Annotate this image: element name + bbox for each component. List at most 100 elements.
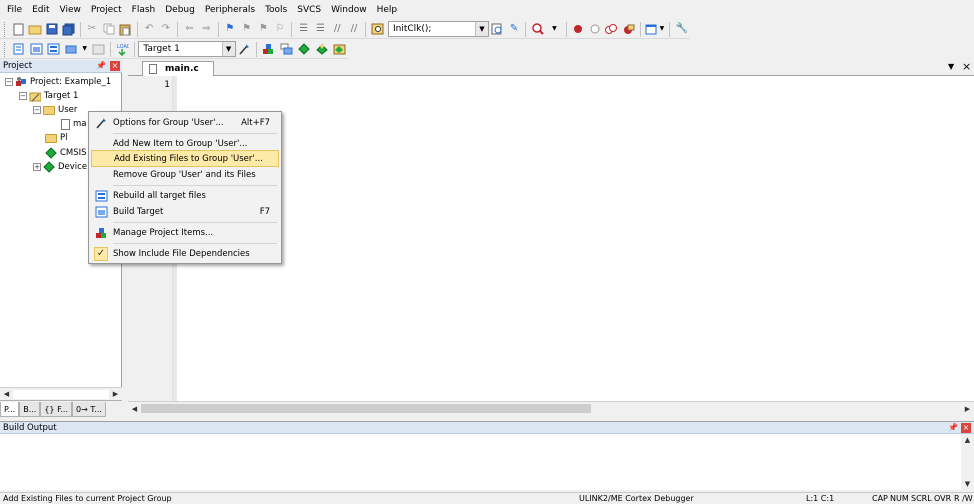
menu-item-add-existing-files[interactable]: Add Existing Files to Group 'User'... <box>91 150 279 167</box>
cut-icon[interactable]: ✂ <box>85 21 100 38</box>
open-file-icon[interactable] <box>27 21 42 38</box>
redo-icon[interactable]: ↷ <box>158 21 173 38</box>
pin-icon[interactable]: 📌 <box>96 61 106 70</box>
build-icon[interactable] <box>28 41 44 58</box>
collapse-icon[interactable]: − <box>19 92 27 100</box>
menu-peripherals[interactable]: Peripherals <box>200 0 260 20</box>
tree-item-group-user[interactable]: − User <box>33 103 77 117</box>
menu-help[interactable]: Help <box>372 0 403 20</box>
layout-dropdown-icon[interactable]: ▼ <box>659 21 666 38</box>
prev-bookmark-icon[interactable]: ⚑ <box>239 21 254 38</box>
menu-item-show-include-deps[interactable]: ✓ Show Include File Dependencies <box>91 245 279 262</box>
close-icon[interactable]: × <box>961 423 971 433</box>
menu-item-manage-project-items[interactable]: Manage Project Items... <box>91 224 279 241</box>
tree-item-project[interactable]: − Project: Example_1 <box>5 75 111 89</box>
menu-item-rebuild-all[interactable]: Rebuild all target files <box>91 187 279 204</box>
clear-bookmarks-icon[interactable]: ⚐ <box>273 21 288 38</box>
menu-file[interactable]: File <box>2 0 27 20</box>
chevron-down-icon[interactable]: ▼ <box>474 22 488 36</box>
new-file-icon[interactable] <box>11 21 26 38</box>
batch-dropdown-icon[interactable]: ▼ <box>81 41 88 58</box>
close-icon[interactable]: × <box>110 61 120 71</box>
nav-back-icon[interactable]: ⇐ <box>182 21 197 38</box>
tree-item-file-main[interactable]: ma <box>61 117 87 131</box>
breakpoint-icon[interactable] <box>571 21 586 38</box>
translate-icon[interactable] <box>11 41 27 58</box>
bookmark-icon[interactable]: ⚑ <box>222 21 237 38</box>
find-combo[interactable]: InitClk(); ▼ <box>387 21 489 37</box>
disable-breakpoint-icon[interactable] <box>587 21 602 38</box>
collapse-icon[interactable]: − <box>33 106 41 114</box>
tab-list-dropdown-icon[interactable]: ▼ <box>948 62 954 71</box>
save-all-icon[interactable] <box>61 21 76 38</box>
tree-item-cmsis[interactable]: CMSIS <box>45 146 87 160</box>
menu-item-build-target[interactable]: Build Target F7 <box>91 203 279 220</box>
debug-session-icon[interactable] <box>530 21 545 38</box>
toolbar-grip[interactable] <box>4 41 7 57</box>
select-software-packs-icon[interactable] <box>314 41 330 58</box>
tab-project[interactable]: P... <box>0 402 20 417</box>
menu-tools[interactable]: Tools <box>260 0 292 20</box>
menu-debug[interactable]: Debug <box>160 0 200 20</box>
uncomment-icon[interactable]: // <box>347 21 362 38</box>
scroll-left-icon[interactable]: ◀ <box>0 388 13 400</box>
tab-main-c[interactable]: main.c <box>142 61 214 76</box>
scroll-left-icon[interactable]: ◀ <box>128 403 141 415</box>
menu-svcs[interactable]: SVCS <box>292 0 326 20</box>
save-icon[interactable] <box>44 21 59 38</box>
batch-build-icon[interactable] <box>64 41 80 58</box>
incremental-find-icon[interactable]: ✎ <box>507 21 522 38</box>
manage-components-icon[interactable] <box>261 41 277 58</box>
find-icon[interactable] <box>490 21 505 38</box>
next-bookmark-icon[interactable]: ⚑ <box>256 21 271 38</box>
tree-item-group-pl[interactable]: Pl <box>45 131 68 145</box>
debug-dropdown-icon[interactable]: ▼ <box>547 21 562 38</box>
pack-installer-icon[interactable] <box>296 41 312 58</box>
menu-project[interactable]: Project <box>86 0 127 20</box>
configure-icon[interactable]: 🔧 <box>674 21 689 38</box>
scroll-thumb[interactable] <box>141 404 591 413</box>
build-output-pane[interactable]: ▲ ▼ <box>0 434 974 490</box>
scroll-right-icon[interactable]: ▶ <box>961 403 974 415</box>
indent-icon[interactable]: ☰ <box>296 21 311 38</box>
download-icon[interactable]: LOAD <box>115 41 131 58</box>
menu-item-options-for-group[interactable]: Options for Group 'User'... Alt+F7 <box>91 114 279 131</box>
tab-templates[interactable]: 0→ T... <box>72 402 106 417</box>
menu-window[interactable]: Window <box>326 0 372 20</box>
stop-build-icon[interactable] <box>90 41 106 58</box>
close-document-icon[interactable]: × <box>962 60 971 73</box>
target-combo[interactable]: Target 1 ▼ <box>138 41 236 57</box>
project-hscrollbar[interactable]: ◀ ▶ <box>0 387 122 400</box>
tree-item-target[interactable]: − Target 1 <box>19 89 78 103</box>
paste-icon[interactable] <box>118 21 133 38</box>
tab-books[interactable]: B... <box>19 402 41 417</box>
menu-edit[interactable]: Edit <box>27 0 54 20</box>
expand-icon[interactable]: + <box>33 163 41 171</box>
pin-icon[interactable]: 📌 <box>948 423 958 432</box>
menu-flash[interactable]: Flash <box>127 0 161 20</box>
rebuild-icon[interactable] <box>46 41 62 58</box>
scroll-down-icon[interactable]: ▼ <box>961 478 974 490</box>
scroll-right-icon[interactable]: ▶ <box>109 388 122 400</box>
menu-view[interactable]: View <box>55 0 86 20</box>
build-output-vscrollbar[interactable]: ▲ ▼ <box>961 434 974 490</box>
window-layout-icon[interactable] <box>645 21 657 38</box>
find-in-files-icon[interactable] <box>370 21 385 38</box>
copy-icon[interactable] <box>101 21 116 38</box>
editor-hscrollbar[interactable]: ◀ ▶ <box>128 401 974 415</box>
kill-breakpoints-icon[interactable] <box>604 21 619 38</box>
comment-icon[interactable]: // <box>330 21 345 38</box>
run-time-environment-icon[interactable] <box>331 41 347 58</box>
tab-functions[interactable]: {} F... <box>40 402 73 417</box>
file-extensions-icon[interactable] <box>279 41 295 58</box>
menu-item-remove-group[interactable]: Remove Group 'User' and its Files <box>91 166 279 183</box>
collapse-icon[interactable]: − <box>5 78 13 86</box>
disable-all-breakpoints-icon[interactable] <box>621 21 636 38</box>
scroll-up-icon[interactable]: ▲ <box>961 434 974 446</box>
undo-icon[interactable]: ↶ <box>142 21 157 38</box>
tree-item-device[interactable]: + Device <box>33 160 87 174</box>
unindent-icon[interactable]: ☰ <box>313 21 328 38</box>
nav-forward-icon[interactable]: ⇒ <box>199 21 214 38</box>
chevron-down-icon[interactable]: ▼ <box>221 42 235 56</box>
toolbar-grip[interactable] <box>4 21 7 37</box>
